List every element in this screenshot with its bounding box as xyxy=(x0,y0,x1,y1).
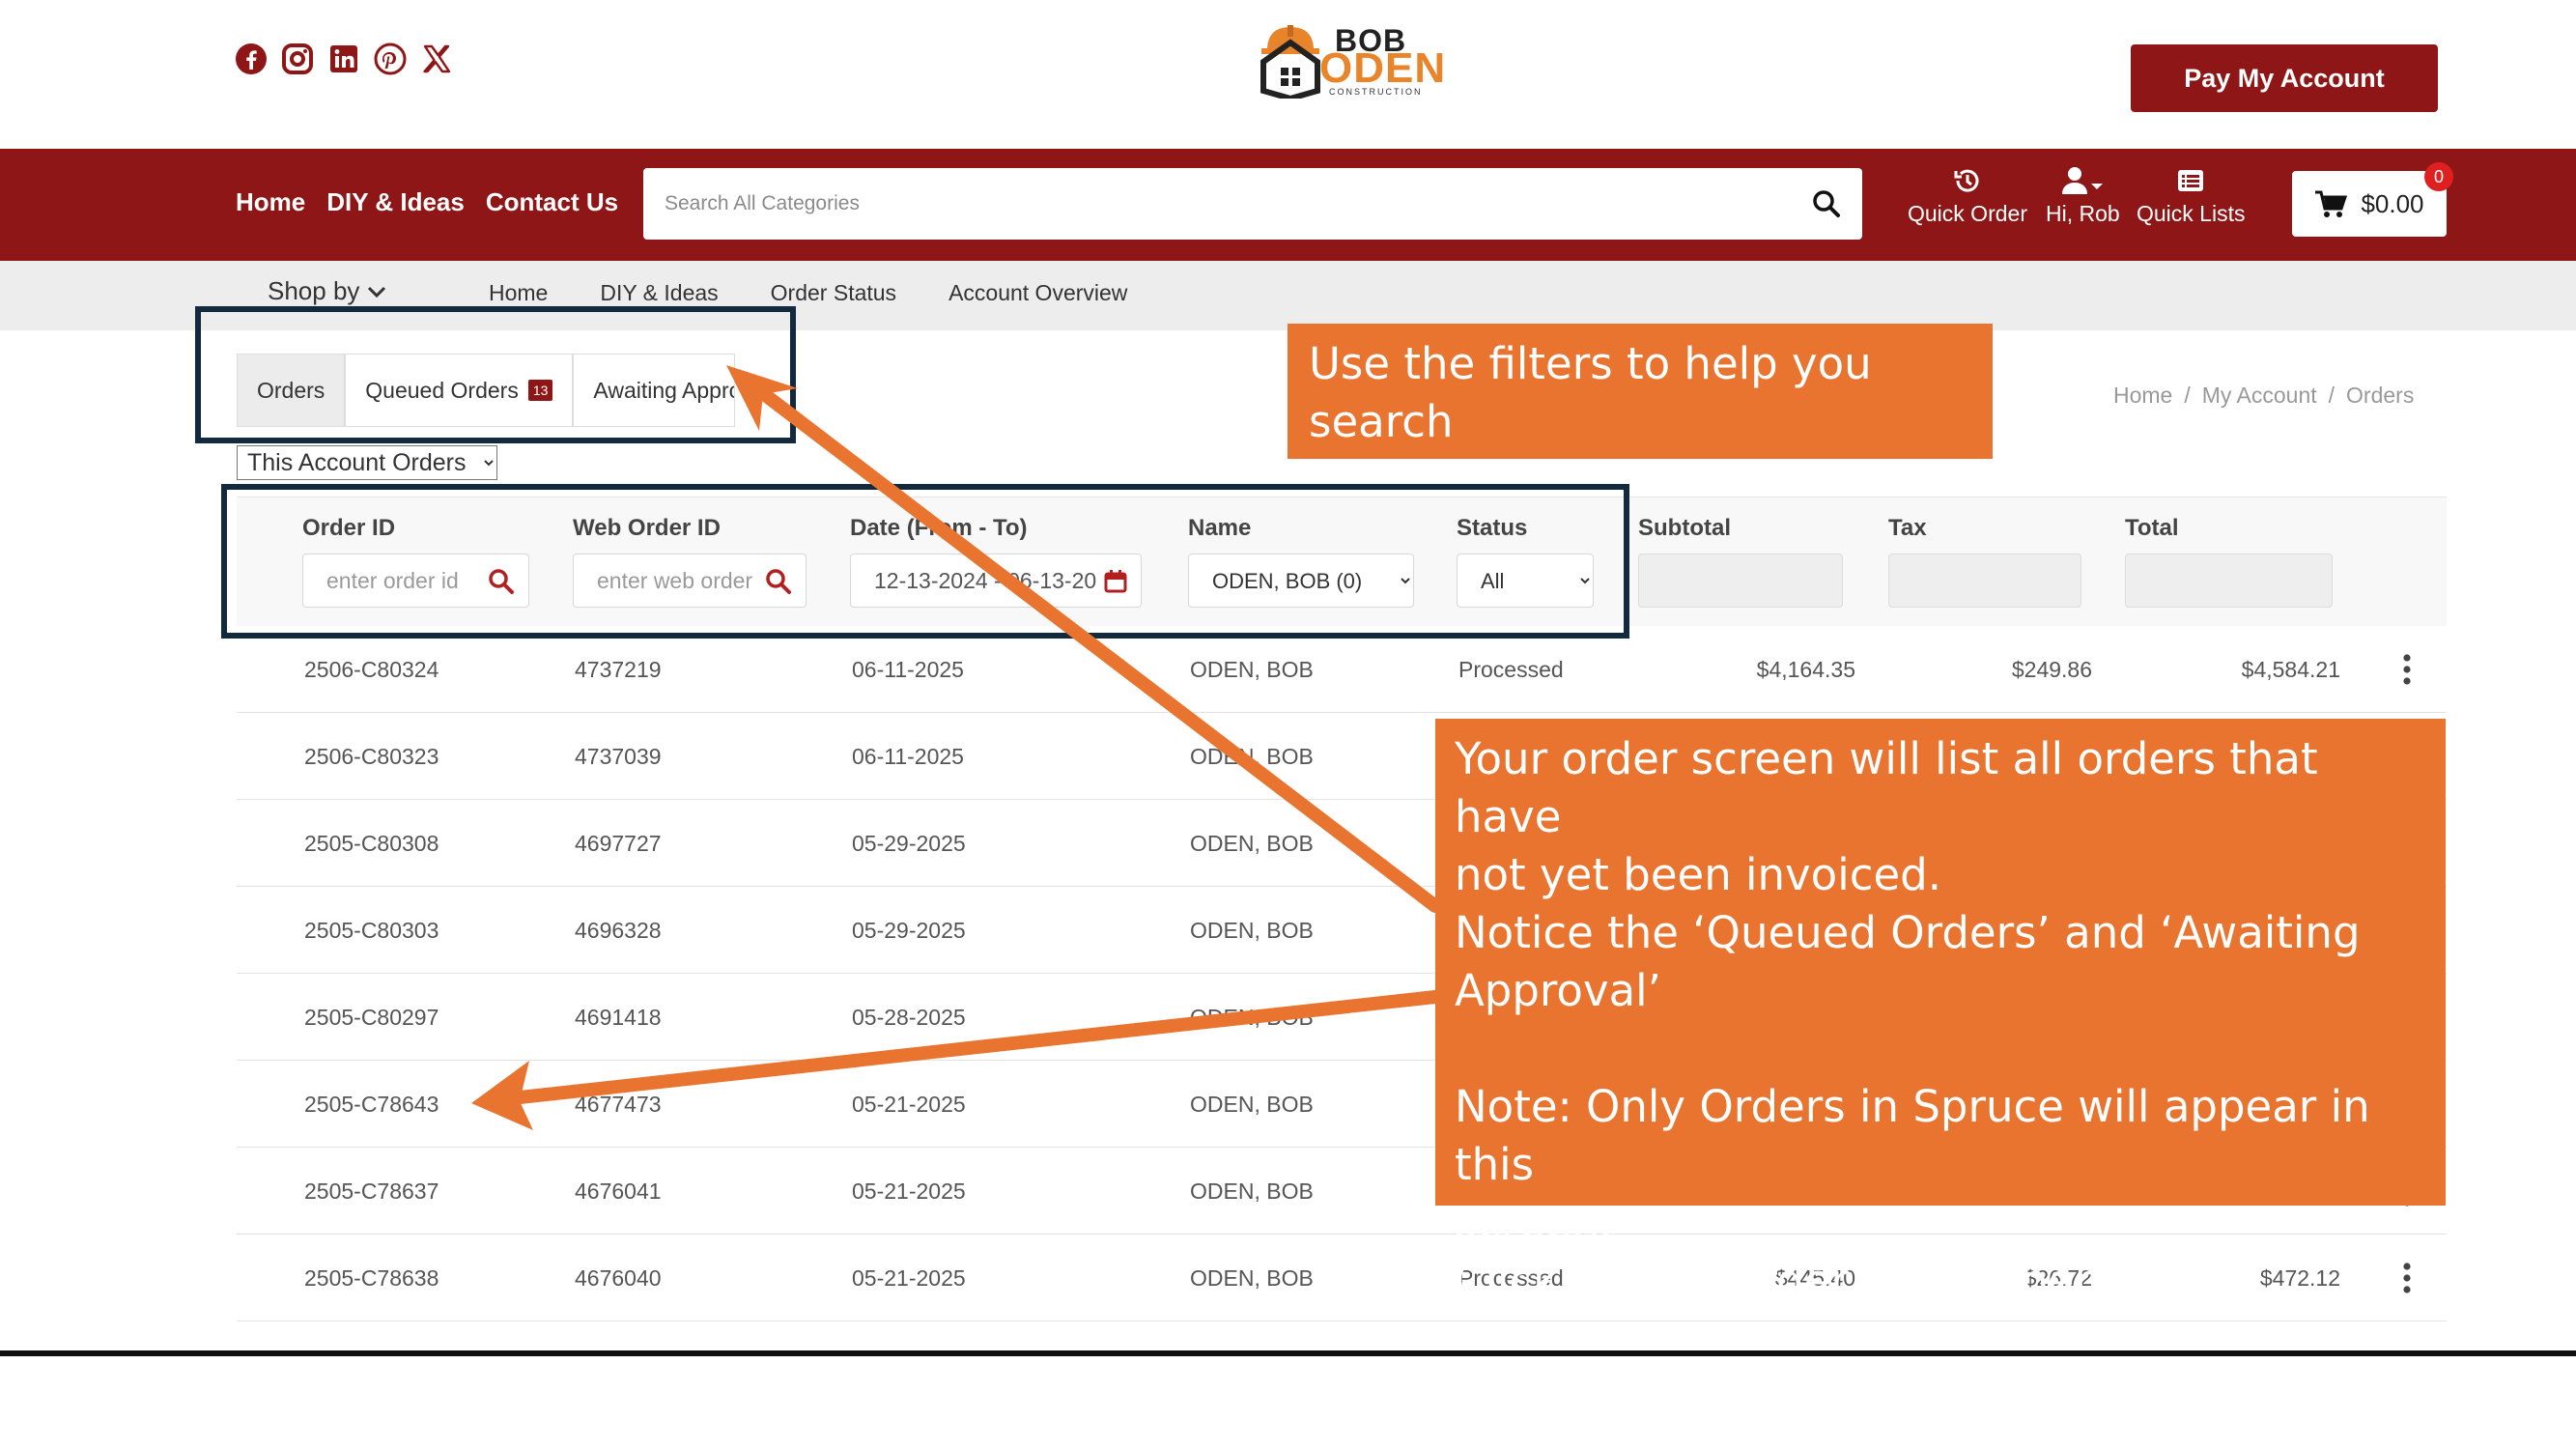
social-links xyxy=(235,43,453,75)
nav-link-home[interactable]: Home xyxy=(236,187,305,217)
facebook-icon[interactable] xyxy=(235,43,268,75)
tabs-highlight-box xyxy=(195,306,796,443)
user-greeting: Hi, Rob xyxy=(2046,201,2120,226)
cell-name: ODEN, BOB xyxy=(1190,831,1314,856)
subtotal-filter xyxy=(1638,554,1843,608)
cell-web-order-id: 4737039 xyxy=(575,744,662,769)
cell-order-id[interactable]: 2505-C80308 xyxy=(304,831,439,857)
orders-callout-text: Your order screen will list all orders t… xyxy=(1455,733,2370,1306)
pay-my-account-button[interactable]: Pay My Account xyxy=(2131,44,2438,112)
account-orders-select[interactable]: This Account Orders xyxy=(237,445,497,480)
table-row[interactable]: 2506-C80324 4737219 06-11-2025 ODEN, BOB Pro… xyxy=(237,626,2447,713)
cart-total: $0.00 xyxy=(2361,188,2424,218)
header-total: Total xyxy=(2125,515,2179,541)
pinterest-icon[interactable] xyxy=(374,43,407,75)
cell-order-id[interactable]: 2505-C80303 xyxy=(304,918,439,944)
search-input[interactable] xyxy=(665,168,1775,240)
cell-date: 06-11-2025 xyxy=(852,744,964,769)
cell-web-order-id: 4676040 xyxy=(575,1265,662,1291)
cell-web-order-id: 4691418 xyxy=(575,1005,662,1030)
cell-status: Processed xyxy=(1458,657,1564,682)
cell-name: ODEN, BOB xyxy=(1190,1179,1314,1204)
cell-web-order-id: 4696328 xyxy=(575,918,662,943)
cell-date: 05-21-2025 xyxy=(852,1179,966,1204)
cell-subtotal: $4,164.35 xyxy=(1756,657,1855,682)
cell-web-order-id: 4677473 xyxy=(575,1092,662,1117)
breadcrumb-separator: / xyxy=(2184,383,2191,408)
subnav-link-order-status[interactable]: Order Status xyxy=(771,280,896,306)
subnav-link-home[interactable]: Home xyxy=(489,280,548,306)
sub-nav-links: Home DIY & Ideas Order Status Account Ov… xyxy=(489,280,1127,306)
hardhat-house-icon xyxy=(1260,25,1320,99)
cell-order-id[interactable]: 2505-C78643 xyxy=(304,1092,439,1118)
breadcrumb-orders: Orders xyxy=(2346,383,2415,408)
search-icon[interactable] xyxy=(1812,189,1841,218)
nav-link-contact-us[interactable]: Contact Us xyxy=(486,187,618,217)
cell-web-order-id: 4737219 xyxy=(575,657,662,682)
cell-name: ODEN, BOB xyxy=(1190,1092,1314,1117)
breadcrumb: Home / My Account / Orders xyxy=(2113,383,2414,409)
x-icon[interactable] xyxy=(420,43,453,75)
logo-tagline: CONSTRUCTION xyxy=(1329,87,1423,97)
main-navbar: Home DIY & Ideas Contact Us Quick Order … xyxy=(0,149,2576,261)
subnav-link-account-overview[interactable]: Account Overview xyxy=(948,280,1127,306)
quick-order-label: Quick Order xyxy=(1908,201,2027,226)
cell-web-order-id: 4676041 xyxy=(575,1179,662,1204)
linkedin-icon[interactable] xyxy=(327,43,360,75)
cell-order-id[interactable]: 2505-C78637 xyxy=(304,1179,439,1205)
breadcrumb-home[interactable]: Home xyxy=(2113,383,2172,409)
user-icon xyxy=(2062,167,2104,194)
filters-callout-text: Use the filters to help you search xyxy=(1309,338,1872,447)
tax-filter xyxy=(1888,554,2081,608)
total-filter xyxy=(2125,554,2333,608)
shop-by-label: Shop by xyxy=(268,276,360,305)
filters-callout: Use the filters to help you search xyxy=(1288,324,1993,459)
shop-by-dropdown[interactable]: Shop by xyxy=(268,276,386,306)
logo-text-oden: ODEN xyxy=(1319,44,1447,92)
cell-date: 05-29-2025 xyxy=(852,918,966,943)
quick-lists-label: Quick Lists xyxy=(2137,201,2246,226)
cart-count-badge: 0 xyxy=(2424,162,2453,191)
cell-date: 05-21-2025 xyxy=(852,1265,966,1291)
cell-tax: $249.86 xyxy=(2011,657,2092,682)
nav-links: Home DIY & Ideas Contact Us xyxy=(236,187,618,217)
list-icon xyxy=(2178,170,2204,191)
cell-date: 05-21-2025 xyxy=(852,1092,966,1117)
cell-web-order-id: 4697727 xyxy=(575,831,662,856)
quick-order-button[interactable]: Quick Order xyxy=(1908,166,2027,227)
cell-name: ODEN, BOB xyxy=(1190,744,1314,769)
cell-name: ODEN, BOB xyxy=(1190,918,1314,943)
quick-lists-button[interactable]: Quick Lists xyxy=(2137,166,2245,227)
breadcrumb-separator: / xyxy=(2328,383,2335,408)
instagram-icon[interactable] xyxy=(281,43,314,75)
search-box xyxy=(643,168,1862,240)
cell-date: 05-29-2025 xyxy=(852,831,966,856)
nav-link-diy-ideas[interactable]: DIY & Ideas xyxy=(326,187,465,217)
top-header: BOB ODEN CONSTRUCTION Pay My Account xyxy=(0,0,2576,149)
cell-date: 06-11-2025 xyxy=(852,657,964,682)
cell-name: ODEN, BOB xyxy=(1190,1265,1314,1291)
header-tax: Tax xyxy=(1888,515,1927,541)
breadcrumb-my-account[interactable]: My Account xyxy=(2202,383,2317,409)
orders-callout: Your order screen will list all orders t… xyxy=(1435,719,2446,1306)
cell-name: ODEN, BOB xyxy=(1190,1005,1314,1030)
slide-bottom-rule xyxy=(0,1350,2576,1356)
company-logo[interactable]: BOB ODEN CONSTRUCTION xyxy=(1256,19,1445,99)
more-options-icon[interactable] xyxy=(2402,653,2412,686)
user-account-menu[interactable]: Hi, Rob xyxy=(2046,166,2120,227)
cell-order-id[interactable]: 2505-C78638 xyxy=(304,1265,439,1292)
history-icon xyxy=(1954,169,1979,192)
filters-highlight-box xyxy=(221,484,1629,639)
cell-name: ODEN, BOB xyxy=(1190,657,1314,682)
subnav-link-diy-ideas[interactable]: DIY & Ideas xyxy=(600,280,718,306)
cell-date: 05-28-2025 xyxy=(852,1005,966,1030)
chevron-down-icon xyxy=(368,286,386,298)
cart-button[interactable]: $0.00 xyxy=(2292,171,2447,237)
cell-order-id[interactable]: 2506-C80323 xyxy=(304,744,439,770)
cell-total: $4,584.21 xyxy=(2241,657,2340,682)
cell-order-id[interactable]: 2505-C80297 xyxy=(304,1005,439,1031)
cart-icon xyxy=(2315,190,2348,217)
header-subtotal: Subtotal xyxy=(1638,515,1731,541)
cell-order-id[interactable]: 2506-C80324 xyxy=(304,657,439,683)
